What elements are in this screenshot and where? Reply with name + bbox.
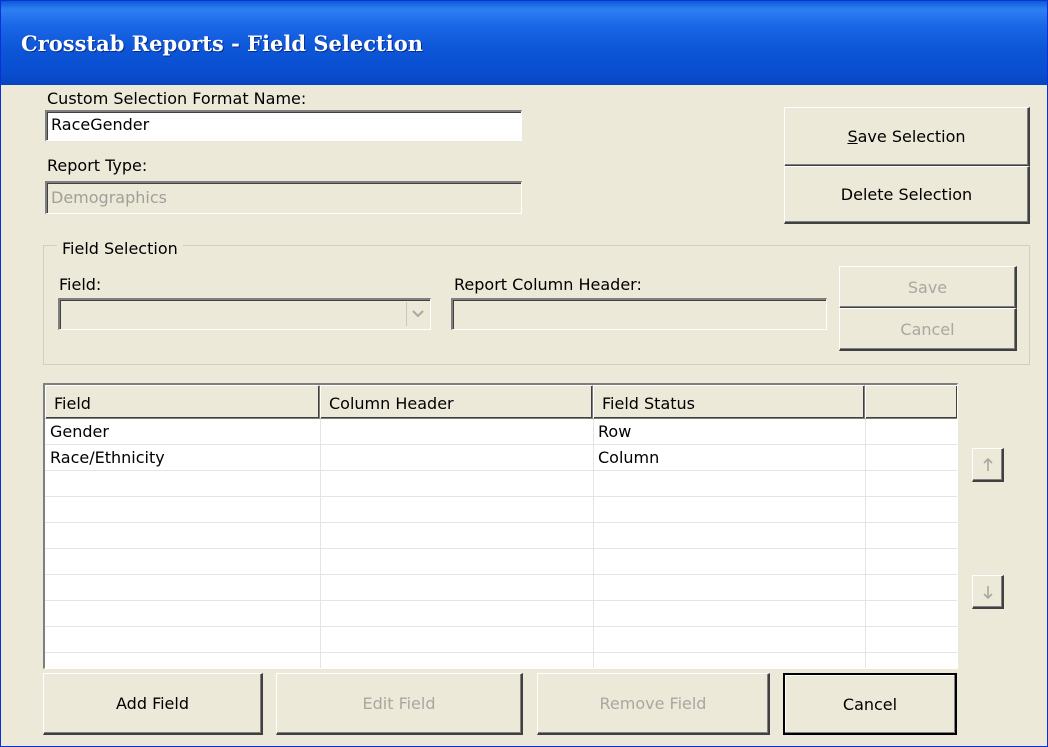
table-row[interactable]: [45, 627, 957, 653]
column-header-column-header[interactable]: Column Header: [320, 385, 593, 419]
window-title: Crosstab Reports - Field Selection: [21, 31, 423, 56]
combobox-dropdown-button[interactable]: [406, 302, 428, 326]
chevron-down-icon: [411, 310, 424, 318]
save-selection-button[interactable]: Save Selection: [784, 107, 1030, 167]
field-save-button[interactable]: Save: [839, 266, 1017, 309]
column-header-field[interactable]: Field: [45, 385, 320, 419]
remove-field-button[interactable]: Remove Field: [537, 673, 770, 735]
cell-field: Race/Ethnicity: [50, 448, 165, 467]
cell-field: Gender: [50, 422, 109, 441]
table-row[interactable]: [45, 575, 957, 601]
cell-field-status: Row: [598, 422, 632, 441]
move-down-button[interactable]: [972, 575, 1004, 609]
field-selection-legend: Field Selection: [57, 239, 183, 258]
fields-grid[interactable]: Field Column Header Field Status Gender …: [43, 383, 958, 669]
format-name-label: Custom Selection Format Name:: [47, 89, 307, 108]
cell-column-header: [320, 419, 325, 445]
save-selection-label: ave Selection: [857, 127, 966, 146]
report-column-header-input[interactable]: [451, 298, 827, 330]
save-selection-mnemonic: S: [847, 127, 858, 146]
add-field-button[interactable]: Add Field: [43, 673, 263, 735]
cell-field-status: Column: [598, 448, 660, 467]
arrow-up-icon: [982, 457, 993, 471]
field-label: Field:: [59, 275, 102, 294]
field-cancel-button[interactable]: Cancel: [839, 308, 1017, 351]
field-combobox[interactable]: [58, 298, 431, 330]
table-row[interactable]: [45, 497, 957, 523]
table-row[interactable]: [45, 471, 957, 497]
arrow-down-icon: [982, 585, 993, 599]
report-type-label: Report Type:: [47, 156, 148, 175]
table-row[interactable]: [45, 549, 957, 575]
move-up-button[interactable]: [972, 448, 1004, 482]
column-header-field-status[interactable]: Field Status: [593, 385, 865, 419]
table-row[interactable]: [45, 523, 957, 549]
cell-column-header: [320, 445, 325, 471]
report-column-header-label: Report Column Header:: [454, 275, 642, 294]
grid-header: Field Column Header Field Status: [45, 385, 957, 419]
report-type-field: Demographics: [45, 181, 522, 214]
title-bar[interactable]: Crosstab Reports - Field Selection: [1, 1, 1047, 85]
table-row[interactable]: Gender Row: [45, 419, 957, 445]
cancel-button[interactable]: Cancel: [783, 673, 957, 735]
table-row[interactable]: Race/Ethnicity Column: [45, 445, 957, 471]
edit-field-button[interactable]: Edit Field: [276, 673, 523, 735]
dialog-window: Crosstab Reports - Field Selection Custo…: [0, 0, 1048, 747]
table-row[interactable]: [45, 601, 957, 627]
format-name-input[interactable]: RaceGender: [45, 110, 522, 141]
column-header-extra[interactable]: [865, 385, 957, 419]
delete-selection-button[interactable]: Delete Selection: [784, 166, 1030, 224]
